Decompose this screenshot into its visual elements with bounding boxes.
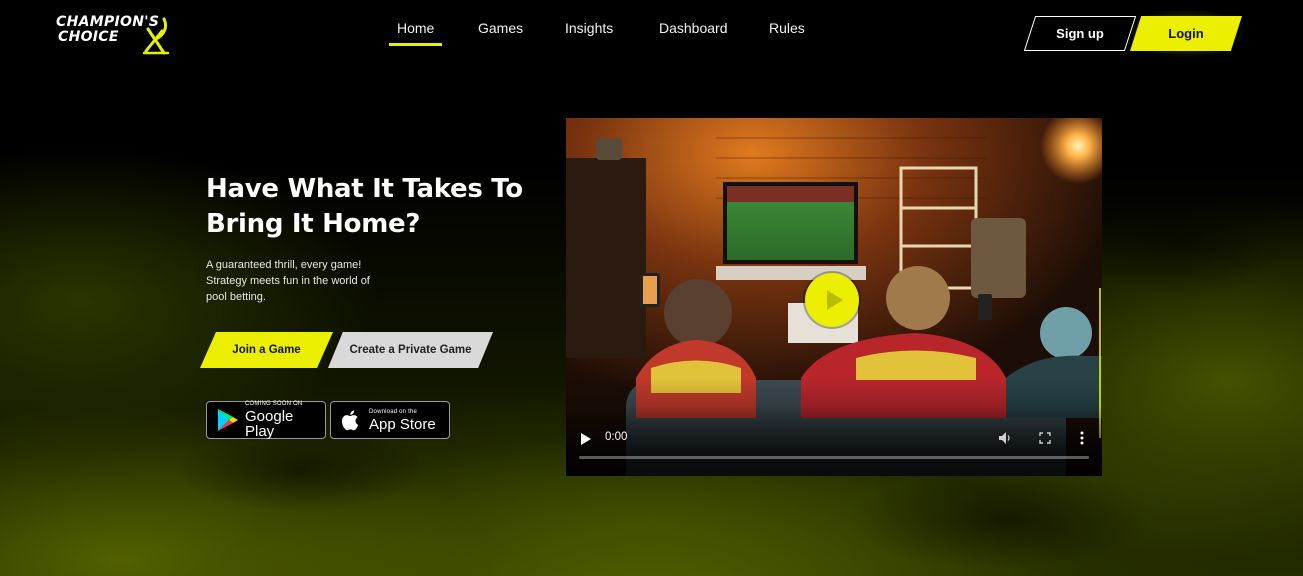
hero-title-line-1: Have What It Takes To: [206, 174, 523, 204]
hero-subtitle-line-3: pool betting.: [206, 291, 266, 303]
video-progress-bar[interactable]: [579, 456, 1089, 459]
hero-subtitle: A guaranteed thrill, every game! Strateg…: [206, 257, 396, 305]
create-private-game-button[interactable]: Create a Private Game: [328, 332, 493, 368]
hero-subtitle-line-1: A guaranteed thrill, every game!: [206, 259, 362, 271]
volume-icon[interactable]: [998, 431, 1012, 445]
video-time: 0:00: [605, 431, 628, 443]
nav-rules[interactable]: Rules: [769, 20, 805, 36]
big-play-icon: [827, 290, 843, 310]
nav-insights[interactable]: Insights: [565, 20, 613, 36]
app-store-big-text: App Store: [369, 415, 436, 433]
apple-icon: [341, 410, 359, 431]
more-vertical-icon[interactable]: [1078, 430, 1086, 446]
google-play-icon: [218, 409, 238, 431]
signup-button[interactable]: Sign up: [1024, 16, 1136, 51]
video-controls-bar: [566, 406, 1102, 476]
hero-title: Have What It Takes To Bring It Home?: [206, 172, 546, 242]
fullscreen-icon[interactable]: [1039, 432, 1051, 444]
signup-label: Sign up: [1056, 26, 1104, 41]
hero-subtitle-line-2: Strategy meets fun in the world of: [206, 275, 370, 287]
promo-video[interactable]: 0:00: [566, 118, 1102, 476]
nav-home[interactable]: Home: [388, 20, 443, 46]
login-button[interactable]: Login: [1130, 16, 1242, 51]
join-game-button[interactable]: Join a Game: [200, 332, 333, 368]
google-play-badge[interactable]: COMING SOON ON Google Play: [206, 401, 326, 439]
play-icon[interactable]: [580, 433, 592, 445]
app-store-small-text: Download on the: [369, 408, 418, 415]
hero-title-line-2: Bring It Home?: [206, 209, 421, 239]
google-play-big-text: Google Play: [245, 408, 294, 440]
nav-dashboard[interactable]: Dashboard: [659, 20, 728, 36]
nav-games[interactable]: Games: [478, 20, 523, 36]
app-store-badge[interactable]: Download on the App Store: [330, 401, 450, 439]
video-big-play-button[interactable]: [805, 273, 859, 327]
google-play-small-text: COMING SOON ON: [245, 401, 303, 407]
